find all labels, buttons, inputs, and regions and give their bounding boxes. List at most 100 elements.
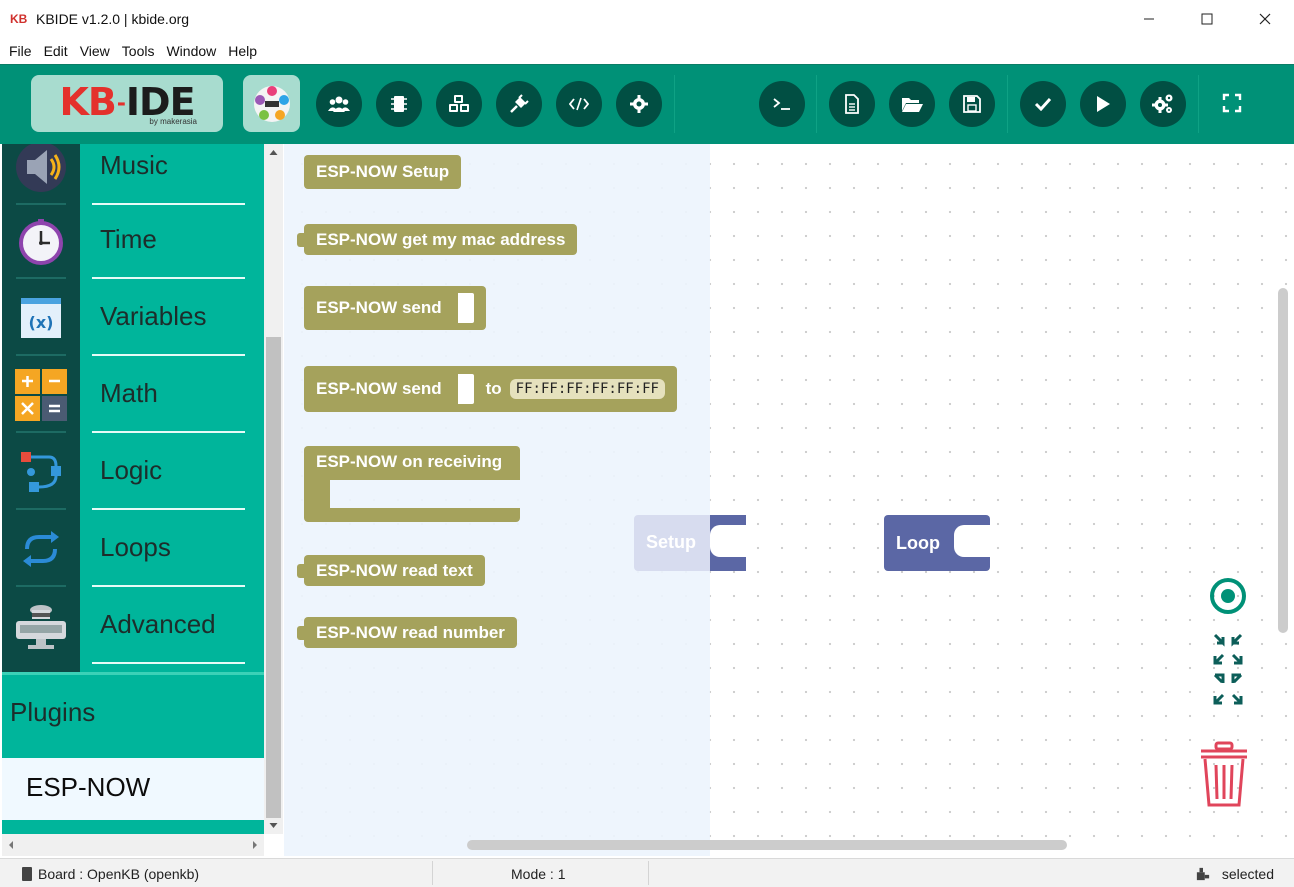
workspace-horizontal-scrollbar[interactable] (467, 840, 1067, 850)
category-logic[interactable]: Logic (2, 433, 264, 510)
minimize-button[interactable] (1120, 0, 1178, 38)
menu-help[interactable]: Help (223, 43, 262, 59)
community-button[interactable] (316, 81, 362, 127)
advanced-settings-button[interactable] (1140, 81, 1186, 127)
maximize-button[interactable] (1178, 0, 1236, 38)
mode-status: Mode : 1 (511, 866, 566, 882)
menu-tools[interactable]: Tools (117, 43, 160, 59)
plugins-button[interactable] (436, 81, 482, 127)
new-file-button[interactable] (829, 81, 875, 127)
loop-block[interactable]: Loop (884, 515, 990, 571)
loop-icon (23, 531, 59, 567)
toolbox-vertical-scrollbar[interactable] (264, 144, 283, 834)
value-input-slot[interactable] (451, 293, 474, 323)
trash-icon (1201, 741, 1247, 807)
app-logo-icon: KB (10, 12, 28, 26)
play-icon (1097, 96, 1110, 112)
code-view-button[interactable] (556, 81, 602, 127)
board-icon (391, 96, 407, 112)
community-badge-icon (253, 85, 290, 122)
status-bar: Board : OpenKB (openkb) Mode : 1 selecte… (0, 858, 1294, 887)
esp-now-read-text-block[interactable]: ESP-NOW read text (297, 555, 485, 586)
target-icon (1210, 578, 1246, 614)
board-button[interactable] (376, 81, 422, 127)
open-file-button[interactable] (889, 81, 935, 127)
zoom-to-fit-icon (1213, 633, 1243, 705)
zoom-to-fit-button[interactable] (1208, 630, 1248, 712)
category-label: ESP-NOW (26, 772, 151, 802)
category-label: Math (100, 378, 158, 408)
category-label: Logic (100, 455, 163, 485)
esp-now-read-number-block[interactable]: ESP-NOW read number (297, 617, 517, 648)
maximize-icon (1201, 13, 1213, 25)
variable-icon: (x) (21, 298, 61, 338)
category-loops[interactable]: Loops (2, 510, 264, 587)
board-label: Board : OpenKB (openkb) (38, 866, 200, 882)
esp-now-send-to-block[interactable]: ESP-NOW send to FF:FF:FF:FF:FF:FF (304, 366, 677, 412)
board-status[interactable]: Board : OpenKB (openkb) (22, 866, 199, 882)
category-music[interactable]: Music (2, 144, 264, 205)
category-esp-now[interactable]: ESP-NOW (2, 758, 264, 820)
community-icon (328, 96, 350, 112)
block-flyout: ESP-NOW Setup ESP-NOW get my mac address… (284, 144, 710, 856)
toolbox-horizontal-scrollbar[interactable] (2, 834, 264, 856)
menu-view[interactable]: View (75, 43, 115, 59)
logic-icon (21, 452, 61, 492)
workspace-vertical-scrollbar[interactable] (1278, 288, 1288, 633)
gear-icon (630, 95, 648, 113)
calculator-icon (15, 369, 67, 421)
scroll-right-arrow-icon (253, 841, 257, 849)
close-button[interactable] (1236, 0, 1294, 38)
esp-now-get-mac-block[interactable]: ESP-NOW get my mac address (297, 224, 578, 255)
new-file-icon (845, 94, 859, 114)
menu-bar: File Edit View Tools Window Help (0, 38, 1294, 64)
scroll-up-arrow-icon (269, 150, 278, 155)
plugins-label: Plugins (10, 697, 96, 727)
community-logo[interactable] (243, 75, 300, 132)
check-icon (1034, 97, 1052, 111)
title-bar: KB KBIDE v1.2.0 | kbide.org (0, 0, 1294, 38)
port-button[interactable] (496, 81, 542, 127)
esp-now-send-block[interactable]: ESP-NOW send (304, 286, 486, 330)
speaker-icon (16, 144, 66, 192)
esp-now-setup-block[interactable]: ESP-NOW Setup (304, 155, 462, 189)
kbide-logo: KB⁃IDE by makerasia (31, 75, 223, 132)
logo-kb-text: KB (59, 80, 116, 125)
fullscreen-icon (1222, 93, 1242, 113)
gears-icon (1152, 94, 1173, 113)
toolbar-divider (1198, 75, 1199, 133)
save-button[interactable] (949, 81, 995, 127)
category-label: Variables (100, 301, 207, 331)
fullscreen-button[interactable] (1222, 93, 1244, 115)
serial-monitor-button[interactable] (759, 81, 805, 127)
recenter-button[interactable] (1208, 576, 1248, 616)
category-label: Time (100, 224, 157, 254)
setup-block[interactable]: Setup (634, 515, 746, 571)
scroll-down-arrow-icon (269, 823, 278, 828)
esp-now-on-receiving-block[interactable]: ESP-NOW on receiving (304, 446, 520, 524)
value-input-slot[interactable] (451, 374, 474, 404)
save-icon (963, 95, 981, 113)
mac-address-field[interactable]: FF:FF:FF:FF:FF:FF (509, 379, 665, 399)
advanced-icon (16, 605, 66, 649)
category-time[interactable]: Time (2, 202, 264, 279)
compile-button[interactable] (1020, 81, 1066, 127)
minimize-icon (1144, 18, 1154, 20)
category-toolbox: Music Time (x) Variables Math Logic Loop… (2, 144, 264, 672)
svg-text:(x): (x) (29, 313, 54, 332)
trash-button[interactable] (1196, 740, 1252, 810)
settings-button[interactable] (616, 81, 662, 127)
scrollbar-thumb[interactable] (266, 337, 281, 818)
plugins-section[interactable]: Plugins (2, 672, 264, 758)
kbide-window: KB KBIDE v1.2.0 | kbide.org File Edit Vi… (0, 0, 1294, 887)
category-advanced[interactable]: Advanced (2, 587, 264, 664)
menu-window[interactable]: Window (161, 43, 221, 59)
category-math[interactable]: Math (2, 356, 264, 433)
menu-edit[interactable]: Edit (39, 43, 73, 59)
menu-file[interactable]: File (4, 43, 37, 59)
blockly-workspace[interactable]: ESP-NOW Setup ESP-NOW get my mac address… (284, 144, 1294, 856)
category-label: Music (100, 150, 168, 180)
upload-run-button[interactable] (1080, 81, 1126, 127)
category-variables[interactable]: (x) Variables (2, 279, 264, 356)
selected-label: selected (1221, 866, 1274, 882)
